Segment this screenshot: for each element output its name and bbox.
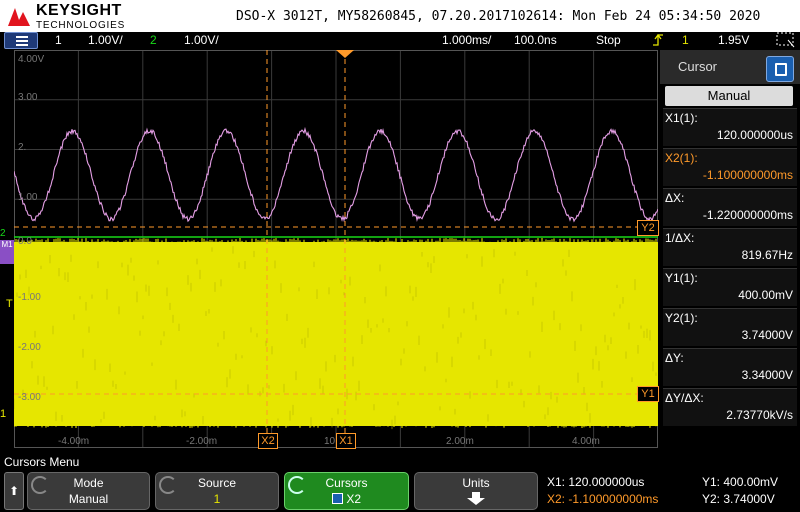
keysight-logo: KEYSIGHT TECHNOLOGIES xyxy=(6,2,125,31)
cursors-softkey-label: Cursors xyxy=(285,476,408,490)
brand-name: KEYSIGHT xyxy=(36,2,125,20)
y-axis-label: 0.0 xyxy=(18,236,32,247)
waveform-display[interactable]: 4.00V 3.00 2. 1.00 0.0 -1.00 -2.00 -3.00 -4.00m -… xyxy=(14,50,658,448)
readout-y1: Y1: 400.00mV xyxy=(702,475,778,489)
ch2-ground-marker[interactable]: 2 xyxy=(0,228,14,238)
status-bar: 1 1.00V/ 2 1.00V/ 1.000ms/ 100.0ns Stop … xyxy=(0,32,800,50)
x1-cursor-tag[interactable]: X1 xyxy=(336,433,356,449)
cursor-readout-value: 120.000000us xyxy=(717,128,793,142)
x2-cursor-tag[interactable]: X2 xyxy=(258,433,278,449)
source-softkey-value: 1 xyxy=(156,492,278,506)
cursor-readout-key: X1(1): xyxy=(665,111,698,125)
cursor-readout-row: X1(1): 120.000000us xyxy=(663,108,797,146)
trigger-level[interactable]: 1.95V xyxy=(718,33,749,47)
x-axis-label: -4.00m xyxy=(58,436,89,447)
units-softkey-label: Units xyxy=(415,476,537,490)
trigger-level-marker[interactable]: T xyxy=(6,298,13,310)
run-state[interactable]: Stop xyxy=(596,33,621,47)
y1-cursor-tag[interactable]: Y1 xyxy=(637,386,659,402)
ch1-ground-marker[interactable]: 1 xyxy=(0,408,6,420)
cursor-readout-x: X1: 120.000000us X2: -1.100000000ms xyxy=(543,472,698,510)
down-arrow-icon xyxy=(415,492,537,509)
y-axis-label: 1.00 xyxy=(18,192,37,203)
cursor-readout-value: 819.67Hz xyxy=(742,248,793,262)
back-button[interactable]: ⬆ xyxy=(4,472,24,510)
cursor-panel-title: Cursor xyxy=(678,59,717,74)
y-axis-label: -3.00 xyxy=(18,392,41,403)
cursor-readout-value: 400.00mV xyxy=(738,288,793,302)
cursor-readout-value: 3.74000V xyxy=(742,328,793,342)
ch2-number[interactable]: 2 xyxy=(150,33,157,47)
cursors-softkey-value: X2 xyxy=(285,492,408,506)
y2-cursor-tag[interactable]: Y2 xyxy=(637,220,659,236)
cursors-softkey[interactable]: Cursors X2 xyxy=(284,472,409,510)
cursor-readout-row: 1/ΔX: 819.67Hz xyxy=(663,228,797,266)
cursor-readout-row: Y2(1): 3.74000V xyxy=(663,308,797,346)
mode-softkey-label: Mode xyxy=(28,476,149,490)
source-softkey[interactable]: Source 1 xyxy=(155,472,279,510)
readout-y2: Y2: 3.74000V xyxy=(702,492,775,506)
cursor-panel: Cursor Manual X1(1): 120.000000us X2(1): -1… xyxy=(660,50,800,448)
y-axis-label: -2.00 xyxy=(18,342,41,353)
math-marker[interactable]: M1 xyxy=(0,240,14,264)
cursor-panel-tab[interactable]: Cursor xyxy=(660,50,800,84)
timebase-delay[interactable]: 100.0ns xyxy=(514,33,557,47)
ch1-number[interactable]: 1 xyxy=(55,33,62,47)
cursor-readout-key: Y1(1): xyxy=(665,271,698,285)
trigger-edge-icon[interactable] xyxy=(652,33,664,50)
x-axis-label: 10 xyxy=(324,436,335,447)
y-axis-label: 4.00V xyxy=(18,54,44,65)
header-bar: KEYSIGHT TECHNOLOGIES DSO-X 3012T, MY582… xyxy=(0,0,800,32)
brand-sub: TECHNOLOGIES xyxy=(36,20,125,31)
cursor-readout-key: ΔY/ΔX: xyxy=(665,391,704,405)
ch2-scale[interactable]: 1.00V/ xyxy=(184,33,219,47)
units-softkey[interactable]: Units xyxy=(414,472,538,510)
window-title: DSO-X 3012T, MY58260845, 07.20.201710261… xyxy=(236,9,760,24)
panel-menu-icon[interactable] xyxy=(766,56,794,82)
cursor-mode-button[interactable]: Manual xyxy=(665,86,793,106)
readout-x2: X2: -1.100000000ms xyxy=(547,492,658,506)
up-arrow-icon: ⬆ xyxy=(9,484,19,498)
menu-label: Cursors Menu xyxy=(4,455,79,469)
y-axis-label: 2. xyxy=(18,142,26,153)
timebase-scale[interactable]: 1.000ms/ xyxy=(442,33,491,47)
y-axis-label: 3.00 xyxy=(18,92,37,103)
cursor-readout-key: Y2(1): xyxy=(665,311,698,325)
graticule-svg xyxy=(14,50,658,448)
x-axis-label: 2.00m xyxy=(446,436,474,447)
source-softkey-label: Source xyxy=(156,476,278,490)
selected-checkbox-icon xyxy=(332,493,343,504)
mode-softkey[interactable]: Mode Manual xyxy=(27,472,150,510)
x-axis-label: -2.00m xyxy=(186,436,217,447)
cursor-readout-key: X2(1): xyxy=(665,151,698,165)
cursor-readout-value: 3.34000V xyxy=(742,368,793,382)
cursor-readout-row: ΔX: -1.220000000ms xyxy=(663,188,797,226)
y-axis-label: -1.00 xyxy=(18,292,41,303)
cursor-readout-key: ΔX: xyxy=(665,191,684,205)
readout-x1: X1: 120.000000us xyxy=(547,475,644,489)
cursor-readout-row: ΔY: 3.34000V xyxy=(663,348,797,386)
cursor-readout-value: 2.73770kV/s xyxy=(726,408,793,422)
cursor-readout-key: ΔY: xyxy=(665,351,684,365)
cursor-readout-y: Y1: 400.00mV Y2: 3.74000V xyxy=(698,472,800,510)
x-axis-label: 4.00m xyxy=(572,436,600,447)
ch1-scale[interactable]: 1.00V/ xyxy=(88,33,123,47)
mode-softkey-value: Manual xyxy=(28,492,149,506)
trigger-source[interactable]: 1 xyxy=(682,33,689,47)
screen-select-icon[interactable] xyxy=(776,32,796,51)
cursor-readout-row: X2(1): -1.100000000ms xyxy=(663,148,797,186)
keysight-wave-icon xyxy=(6,4,32,30)
cursor-readout-value: -1.220000000ms xyxy=(703,208,793,222)
cursor-readout-row: Y1(1): 400.00mV xyxy=(663,268,797,306)
cursor-readout-key: 1/ΔX: xyxy=(665,231,694,245)
cursor-readout-row: ΔY/ΔX: 2.73770kV/s xyxy=(663,388,797,426)
main-menu-button[interactable] xyxy=(4,32,38,49)
cursor-readout-value: -1.100000000ms xyxy=(703,168,793,182)
